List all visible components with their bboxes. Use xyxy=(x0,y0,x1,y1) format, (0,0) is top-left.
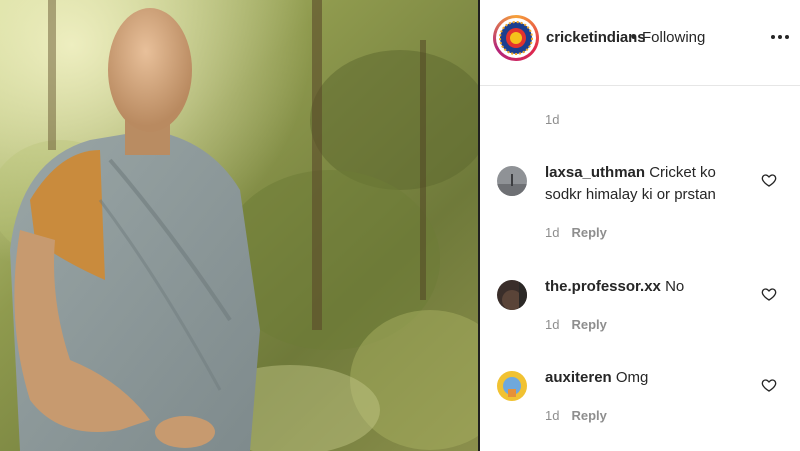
comment-body: Omg xyxy=(615,369,649,386)
comment-item: the.professor.xx No 1d Reply xyxy=(480,272,800,352)
comment-username[interactable]: laxsa_uthman xyxy=(545,164,645,181)
comment-time: 1d xyxy=(545,225,560,240)
cricket-logo-icon xyxy=(497,19,535,57)
profile-avatar[interactable] xyxy=(493,15,539,61)
reply-button[interactable]: Reply xyxy=(571,408,606,423)
comment-meta: 1d Reply xyxy=(545,408,607,423)
comment-meta: 1d Reply xyxy=(545,317,607,332)
avatar-photo-icon xyxy=(497,166,527,196)
commenter-avatar[interactable] xyxy=(497,371,527,401)
comment-time: 1d xyxy=(545,408,560,423)
comment-item: auxiteren Omg 1d Reply xyxy=(480,363,800,443)
comment-text: auxiteren Omg xyxy=(545,367,745,389)
reply-button[interactable]: Reply xyxy=(571,225,606,240)
more-options-icon[interactable] xyxy=(770,30,790,44)
post-image[interactable] xyxy=(0,0,478,451)
avatar-photo-icon xyxy=(497,371,527,401)
heart-icon[interactable] xyxy=(761,377,777,393)
comment-body: No xyxy=(665,278,685,295)
heart-icon[interactable] xyxy=(761,172,777,188)
post-header: cricketindians • Following xyxy=(480,0,800,86)
post-sidebar: cricketindians • Following 1d laxsa_uthm… xyxy=(480,0,800,451)
comment-time: 1d xyxy=(545,317,560,332)
comment-username[interactable]: auxiteren xyxy=(545,369,612,386)
commenter-avatar[interactable] xyxy=(497,166,527,196)
post-timestamp: 1d xyxy=(545,112,560,127)
heart-icon[interactable] xyxy=(761,286,777,302)
following-button[interactable]: Following xyxy=(642,29,705,46)
comment-item: laxsa_uthman Cricket ko sodkr himalay ki… xyxy=(480,158,800,240)
comment-username[interactable]: the.professor.xx xyxy=(545,278,661,295)
monk-in-forest-photo xyxy=(0,0,478,451)
header-separator: • xyxy=(631,29,637,46)
avatar-photo-icon xyxy=(497,280,527,310)
reply-button[interactable]: Reply xyxy=(571,317,606,332)
comment-meta: 1d Reply xyxy=(545,225,607,240)
commenter-avatar[interactable] xyxy=(497,280,527,310)
comment-text: the.professor.xx No xyxy=(545,276,745,298)
comment-text: laxsa_uthman Cricket ko sodkr himalay ki… xyxy=(545,162,745,206)
